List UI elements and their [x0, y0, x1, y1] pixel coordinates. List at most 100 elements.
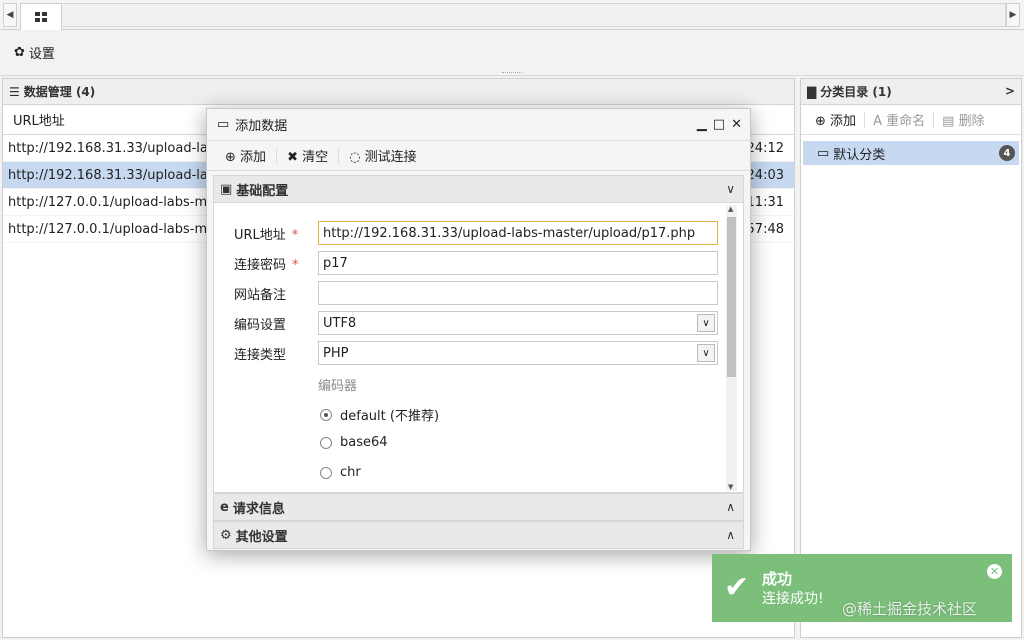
maximize-icon[interactable]: □ [713, 117, 725, 132]
minimize-icon[interactable]: ▁ [697, 117, 707, 132]
chevron-up-icon: ∧ [726, 528, 735, 542]
gear-icon: ✿ [14, 45, 25, 60]
category-delete-label: 删除 [958, 114, 985, 129]
row-url: http://192.168.31.33/upload-labs- [8, 167, 228, 183]
url-row: URL地址 * http://192.168.31.33/upload-labs-… [234, 221, 718, 245]
dialog-toolbar: ⊕ 添加 ✖ 清空 ◌ 测试连接 [207, 141, 750, 171]
category-panel-header: ▇ 分类目录 (1) > [801, 79, 1021, 105]
chevron-down-icon: ∨ [697, 314, 715, 332]
category-toolbar: ⊕ 添加 A 重命名 ▤ 删除 [801, 105, 1021, 135]
type-label: 连接类型 [234, 347, 287, 363]
category-add-label: 添加 [830, 114, 857, 129]
chevron-up-icon: ∧ [726, 500, 735, 514]
encoder-option-default[interactable]: default (不推荐) [320, 405, 439, 424]
list-icon: ☰ [9, 84, 20, 99]
url-label: URL地址 * [234, 227, 299, 243]
tab-scroll-right-icon[interactable]: ▶ [1006, 3, 1020, 27]
settings-label: 设置 [28, 47, 55, 62]
encoder-title: 编码器 [318, 379, 358, 394]
dialog-test-label: 测试连接 [364, 150, 417, 165]
data-panel-title: 数据管理 (4) [23, 85, 96, 99]
basic-config-body: ▲ ▼ URL地址 * http://192.168.31.33/upload-l… [213, 203, 744, 493]
main-toolbar: ✿ 设置 [0, 30, 1024, 76]
plus-circle-icon: ⊕ [815, 114, 826, 129]
close-icon[interactable]: ✕ [731, 117, 742, 132]
trash-icon: ▤ [942, 114, 955, 129]
divider [864, 111, 866, 128]
tab-strip-empty [63, 3, 1006, 27]
tab-strip: ◀ ▶ [0, 0, 1024, 30]
tab-scroll-left-icon[interactable]: ◀ [3, 3, 17, 27]
chevron-right-icon[interactable]: > [1005, 84, 1015, 98]
encoder-option-label: default (不推荐) [340, 409, 440, 424]
scroll-down-icon[interactable]: ▼ [728, 483, 733, 491]
url-input[interactable]: http://192.168.31.33/upload-labs-master/… [318, 221, 718, 245]
category-add-button[interactable]: ⊕ 添加 [815, 110, 856, 129]
settings-button[interactable]: ✿ 设置 [14, 43, 55, 62]
divider [338, 147, 340, 164]
toast-message: 连接成功! [762, 591, 824, 607]
dialog-clear-label: 清空 [302, 150, 329, 165]
window-controls: ▁ □ ✕ [697, 117, 742, 132]
radio[interactable] [320, 466, 332, 479]
count-badge: 4 [999, 145, 1015, 161]
plus-circle-icon: ⊕ [225, 150, 236, 165]
watermark: @稀土掘金技术社区 [842, 600, 978, 618]
chevron-down-icon: ∨ [697, 344, 715, 362]
row-url: http://127.0.0.1/upload-labs-maste [8, 194, 235, 210]
divider [933, 111, 935, 128]
checkmark-icon: ✔ [724, 570, 750, 605]
data-panel-header: ☰ 数据管理 (4) [3, 79, 794, 105]
close-icon[interactable]: ✕ [987, 564, 1002, 579]
edge-icon: e [220, 499, 229, 515]
row-time: 57:48 [746, 221, 784, 237]
row-time: 24:03 [746, 167, 784, 183]
note-input[interactable] [318, 281, 718, 305]
dialog-clear-button[interactable]: ✖ 清空 [287, 146, 328, 165]
scrollbar-thumb[interactable] [727, 217, 736, 377]
section-other-title: 其他设置 [235, 529, 288, 545]
document-icon: ▣ [220, 181, 233, 197]
divider [276, 147, 278, 164]
row-url: http://192.168.31.33/upload-labs- [8, 140, 228, 156]
category-item-default[interactable]: ▭ 默认分类 4 [803, 141, 1019, 165]
encoding-label: 编码设置 [234, 317, 287, 333]
dialog-title: 添加数据 [235, 119, 288, 134]
scroll-up-icon[interactable]: ▲ [728, 205, 733, 213]
x-icon: ✖ [287, 150, 298, 165]
row-time: 24:12 [746, 140, 784, 156]
tab-home[interactable] [20, 3, 62, 30]
window-icon: ▭ [217, 117, 230, 132]
section-request-title: 请求信息 [232, 501, 285, 517]
spinner-icon: ◌ [349, 150, 361, 165]
category-delete-button[interactable]: ▤ 删除 [942, 110, 984, 129]
encoder-option-base64[interactable]: base64 [320, 435, 388, 450]
dialog-titlebar[interactable]: ▭ 添加数据 ▁ □ ✕ [207, 109, 750, 141]
dialog-test-button[interactable]: ◌ 测试连接 [349, 146, 417, 165]
radio[interactable] [320, 436, 332, 449]
encoder-option-chr[interactable]: chr [320, 465, 361, 480]
radio-checked[interactable] [320, 408, 332, 421]
type-value: PHP [323, 345, 349, 361]
encoder-option-label: base64 [340, 435, 388, 450]
font-icon: A [873, 114, 882, 129]
section-basic-config[interactable]: ▣ 基础配置 ∨ [213, 175, 744, 203]
type-select[interactable]: PHP ∨ [318, 341, 718, 365]
encoding-select[interactable]: UTF8 ∨ [318, 311, 718, 335]
section-request-info[interactable]: e 请求信息 ∧ [213, 493, 744, 521]
scrollbar[interactable]: ▲ ▼ [726, 205, 737, 491]
add-data-dialog: ▭ 添加数据 ▁ □ ✕ ⊕ 添加 ✖ 清空 ◌ 测试连接 ▣ 基础配置 ∨ ▲ [206, 108, 751, 551]
password-input[interactable]: p17 [318, 251, 718, 275]
category-rename-button[interactable]: A 重命名 [873, 110, 925, 129]
section-other-settings[interactable]: ⚙ 其他设置 ∧ [213, 521, 744, 549]
category-panel-title: 分类目录 (1) [820, 85, 892, 99]
type-row: 连接类型 PHP ∨ [234, 341, 718, 365]
grid-icon [35, 12, 47, 22]
toast-title: 成功 [762, 570, 793, 588]
splitter-grip[interactable] [502, 72, 522, 74]
category-rename-label: 重命名 [886, 114, 926, 129]
dialog-add-button[interactable]: ⊕ 添加 [225, 146, 266, 165]
encoding-value: UTF8 [323, 315, 357, 331]
chevron-down-icon: ∨ [726, 182, 735, 196]
encoding-row: 编码设置 UTF8 ∨ [234, 311, 718, 335]
